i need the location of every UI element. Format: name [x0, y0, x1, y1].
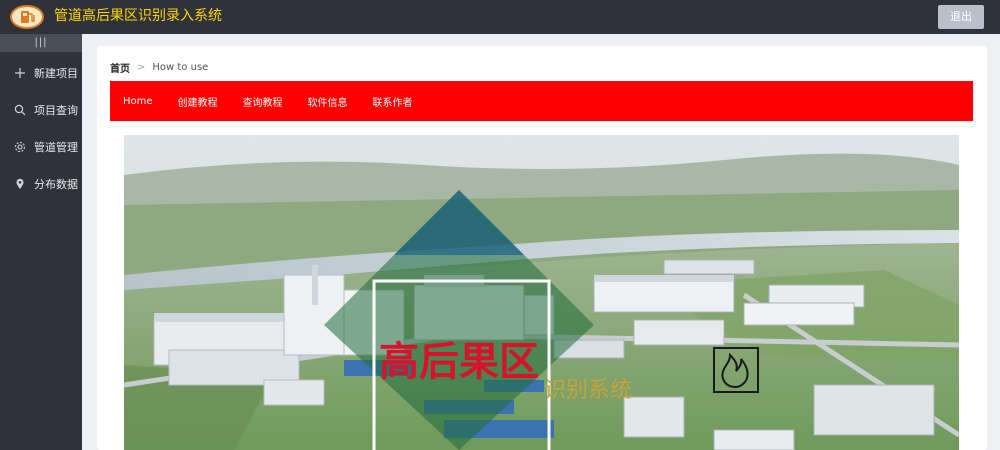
sidebar-item-new-project[interactable]: 新建项目 — [0, 54, 82, 91]
top-header: 管道高后果区识别录入系统 退出 — [0, 0, 1000, 34]
sidebar-item-label: 管道管理 — [34, 140, 78, 154]
content-navbar: Home 创建教程 查询教程 软件信息 联系作者 — [110, 81, 973, 121]
app-title: 管道高后果区识别录入系统 — [54, 8, 222, 24]
breadcrumb-home-link[interactable]: 首页 — [110, 60, 130, 75]
sidebar-item-label: 项目查询 — [34, 103, 78, 117]
breadcrumb-separator: > — [137, 62, 146, 73]
main-content-card: 首页 > How to use Home 创建教程 查询教程 软件信息 联系作者 — [97, 46, 987, 450]
sidebar-item-label: 分布数据 — [34, 177, 78, 191]
sidebar-collapse-toggle[interactable]: ||| — [0, 34, 82, 52]
search-icon — [14, 104, 26, 116]
sidebar-item-project-search[interactable]: 项目查询 — [0, 91, 82, 128]
plus-icon — [14, 67, 26, 79]
sidebar-item-label: 新建项目 — [34, 66, 78, 80]
gear-icon — [14, 141, 26, 153]
hero-banner: 高后果区 识别系统 — [124, 135, 959, 450]
nav-item-contact-author[interactable]: 联系作者 — [373, 94, 413, 109]
nav-item-query-tutorial[interactable]: 查询教程 — [243, 94, 283, 109]
logout-button[interactable]: 退出 — [938, 5, 984, 29]
app-logo — [10, 5, 44, 29]
sidebar: ||| 新建项目 项目查询 管道管理 分布数据 — [0, 34, 82, 450]
sidebar-item-pipeline-management[interactable]: 管道管理 — [0, 128, 82, 165]
banner-illustration: 高后果区 识别系统 — [124, 135, 959, 450]
nav-item-create-tutorial[interactable]: 创建教程 — [178, 94, 218, 109]
banner-subtitle: 识别系统 — [544, 378, 632, 403]
fuel-pump-icon — [21, 11, 35, 23]
breadcrumb: 首页 > How to use — [110, 60, 208, 75]
location-pin-icon — [14, 178, 26, 190]
banner-title: 高后果区 — [379, 339, 539, 385]
breadcrumb-current: How to use — [152, 62, 209, 73]
nav-item-software-info[interactable]: 软件信息 — [308, 94, 348, 109]
sidebar-item-distribution-data[interactable]: 分布数据 — [0, 165, 82, 202]
nav-item-home[interactable]: Home — [123, 96, 153, 107]
